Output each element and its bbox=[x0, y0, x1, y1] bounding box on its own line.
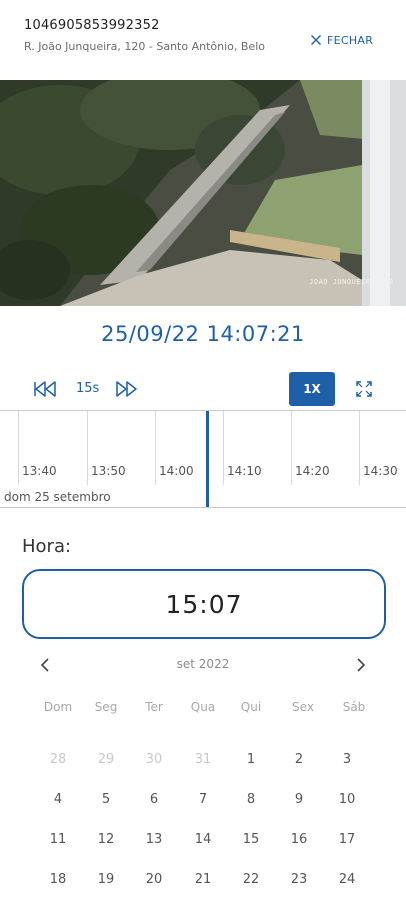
calendar-day[interactable]: 15 bbox=[227, 832, 275, 847]
calendar-day[interactable]: 2 bbox=[275, 752, 323, 767]
playback-speed-button[interactable]: 1X bbox=[289, 372, 335, 406]
calendar-day[interactable]: 11 bbox=[34, 832, 82, 847]
timeline-gridline bbox=[359, 411, 360, 485]
weekday-label: Sex bbox=[292, 700, 314, 714]
calendar-day[interactable]: 4 bbox=[34, 792, 82, 807]
weekday-label: Qua bbox=[190, 700, 216, 714]
calendar-day[interactable]: 24 bbox=[323, 872, 371, 887]
camera-video-frame[interactable]: JOAO JUNQUEIRA 120 bbox=[0, 80, 406, 306]
calendar-day[interactable]: 3 bbox=[323, 752, 371, 767]
timeline-gridline bbox=[18, 411, 19, 485]
calendar-day-other-month[interactable]: 28 bbox=[34, 752, 82, 767]
calendar-day[interactable]: 10 bbox=[323, 792, 371, 807]
calendar-day[interactable]: 16 bbox=[275, 832, 323, 847]
timeline-gridline bbox=[291, 411, 292, 485]
camera-address: R. João Junqueira, 120 - Santo Antônio, … bbox=[24, 40, 265, 53]
calendar-week-row: 11 12 13 14 15 16 17 bbox=[34, 832, 378, 872]
calendar-day[interactable]: 14 bbox=[179, 832, 227, 847]
step-interval-label: 15s bbox=[76, 381, 100, 396]
playback-datetime: 25/09/22 14:07:21 bbox=[101, 322, 305, 346]
calendar-day[interactable]: 8 bbox=[227, 792, 275, 807]
calendar-day[interactable]: 17 bbox=[323, 832, 371, 847]
calendar-day[interactable]: 5 bbox=[82, 792, 130, 807]
calendar-day[interactable]: 19 bbox=[82, 872, 130, 887]
timeline-tick-label: 14:20 bbox=[295, 464, 330, 478]
fullscreen-button[interactable] bbox=[353, 379, 375, 399]
calendar-month-label: set 2022 bbox=[176, 657, 230, 671]
timeline-gridline bbox=[87, 411, 88, 485]
weekday-label: Seg bbox=[94, 700, 118, 714]
calendar-week-row: 28 29 30 31 1 2 3 bbox=[34, 752, 378, 792]
close-icon bbox=[311, 35, 321, 45]
weekday-label: Dom bbox=[43, 700, 73, 714]
camera-header: 1046905853992352 R. João Junqueira, 120 … bbox=[0, 0, 406, 80]
calendar-weeks: 28 29 30 31 1 2 3 4 5 6 7 8 9 10 11 12 13 14 15 16 17 18 19 20 2… bbox=[34, 752, 378, 900]
playback-controls: 15s 1X bbox=[0, 370, 406, 408]
timeline-tick-label: 14:10 bbox=[227, 464, 262, 478]
calendar-day[interactable]: 6 bbox=[130, 792, 178, 807]
calendar-nav: set 2022 bbox=[0, 650, 406, 680]
timeline-gridline bbox=[223, 411, 224, 485]
close-label: FECHAR bbox=[327, 33, 374, 47]
video-overlay-stamp: JOAO JUNQUEIRA 120 bbox=[309, 278, 394, 286]
calendar-day[interactable]: 12 bbox=[82, 832, 130, 847]
calendar-day[interactable]: 20 bbox=[130, 872, 178, 887]
camera-scene-image bbox=[0, 80, 406, 306]
rewind-icon bbox=[34, 381, 56, 397]
calendar-day-other-month[interactable]: 31 bbox=[179, 752, 227, 767]
timeline-playhead[interactable] bbox=[206, 411, 209, 507]
chevron-right-icon bbox=[357, 658, 366, 672]
timeline-tick-label: 13:50 bbox=[91, 464, 126, 478]
calendar-day[interactable]: 22 bbox=[227, 872, 275, 887]
fullscreen-icon bbox=[356, 381, 372, 397]
calendar-next-month-button[interactable] bbox=[350, 654, 372, 676]
time-input-field[interactable]: 15:07 bbox=[22, 569, 386, 639]
calendar-day[interactable]: 1 bbox=[227, 752, 275, 767]
forward-button[interactable] bbox=[114, 379, 140, 399]
camera-id: 1046905853992352 bbox=[24, 18, 160, 33]
weekday-label: Ter bbox=[145, 700, 163, 714]
calendar-day[interactable]: 21 bbox=[179, 872, 227, 887]
time-picker-label: Hora: bbox=[22, 536, 72, 557]
calendar-grid: Dom Seg Ter Qua Qui Sex Sáb 28 29 30 31 1 2 3 4… bbox=[34, 700, 378, 900]
calendar-weekday-row: Dom Seg Ter Qua Qui Sex Sáb bbox=[34, 700, 378, 752]
calendar-day[interactable]: 18 bbox=[34, 872, 82, 887]
timeline-gridline bbox=[155, 411, 156, 485]
rewind-button[interactable] bbox=[32, 379, 58, 399]
timeline-tick-label: 14:30 bbox=[363, 464, 398, 478]
timeline-tick-label: 13:40 bbox=[22, 464, 57, 478]
calendar-day[interactable]: 13 bbox=[130, 832, 178, 847]
calendar-day[interactable]: 23 bbox=[275, 872, 323, 887]
weekday-label: Sáb bbox=[342, 700, 366, 714]
close-button[interactable]: FECHAR bbox=[310, 30, 373, 50]
calendar-day[interactable]: 9 bbox=[275, 792, 323, 807]
playback-timeline[interactable]: 13:40 13:50 14:00 14:10 14:20 14:30 dom … bbox=[0, 410, 406, 508]
timeline-date-label: dom 25 setembro bbox=[4, 490, 111, 504]
calendar-day-other-month[interactable]: 29 bbox=[82, 752, 130, 767]
calendar-week-row: 18 19 20 21 22 23 24 bbox=[34, 872, 378, 900]
fast-forward-icon bbox=[116, 381, 137, 397]
calendar-week-row: 4 5 6 7 8 9 10 bbox=[34, 792, 378, 832]
calendar-day-other-month[interactable]: 30 bbox=[130, 752, 178, 767]
timeline-tick-label: 14:00 bbox=[159, 464, 194, 478]
weekday-label: Qui bbox=[240, 700, 262, 714]
calendar-day[interactable]: 7 bbox=[179, 792, 227, 807]
